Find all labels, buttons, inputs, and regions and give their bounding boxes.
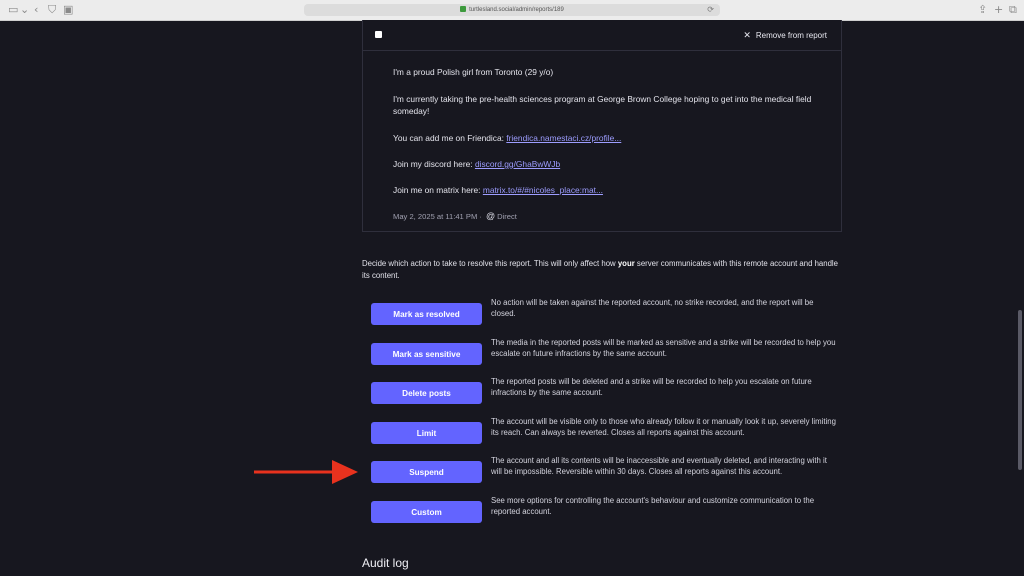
action-row-mark-sensitive: Mark as sensitive The media in the repor…	[371, 338, 841, 367]
mark-as-resolved-button[interactable]: Mark as resolved	[371, 303, 482, 325]
bio-line: I'm a proud Polish girl from Toronto (29…	[393, 67, 554, 77]
close-icon: ✕	[743, 30, 751, 40]
mention-icon: @	[485, 211, 496, 221]
mark-as-sensitive-button[interactable]: Mark as sensitive	[371, 343, 482, 365]
status-meta: May 2, 2025 at 11:41 PM · @ Direct	[393, 211, 517, 221]
site-favicon-icon	[460, 6, 467, 13]
status-timestamp[interactable]: May 2, 2025 at 11:41 PM	[393, 212, 477, 221]
status-select-checkbox[interactable]	[375, 31, 382, 38]
discord-line: Join my discord here: discord.gg/GhaBwWJ…	[393, 158, 823, 170]
audit-log-heading: Audit log	[362, 556, 409, 570]
matrix-line: Join me on matrix here: matrix.to/#/#nic…	[393, 184, 823, 196]
status-visibility: Direct	[497, 212, 517, 221]
tabs-overview-icon[interactable]: ⧉	[1009, 4, 1017, 16]
limit-button[interactable]: Limit	[371, 422, 482, 444]
custom-button[interactable]: Custom	[371, 501, 482, 523]
friendica-link[interactable]: friendica.namestaci.cz/profile...	[506, 133, 621, 143]
shield-icon[interactable]: ⛉	[48, 4, 56, 16]
reported-status-card: ✕ Remove from report I'm a proud Polish g…	[362, 20, 842, 232]
action-row-delete-posts: Delete posts The reported posts will be …	[371, 377, 841, 406]
bio-line: I'm currently taking the pre-health scie…	[393, 94, 812, 116]
browser-toolbar: ▭ ⌄ ‹ ⛉ ▣ turtlesland.social/admin/repor…	[0, 0, 1024, 21]
new-tab-icon[interactable]: +	[994, 4, 1003, 16]
action-instructions: Decide which action to take to resolve t…	[362, 258, 842, 282]
action-row-suspend: Suspend The account and all its contents…	[371, 456, 841, 485]
status-card-header: ✕ Remove from report	[363, 20, 841, 51]
action-description: The account will be visible only to thos…	[491, 417, 836, 437]
intro-text: Decide which action to take to resolve t…	[362, 259, 618, 268]
url-text: turtlesland.social/admin/reports/189	[469, 7, 564, 13]
back-icon[interactable]: ‹	[34, 4, 38, 16]
address-bar[interactable]: turtlesland.social/admin/reports/189 ⟳	[304, 4, 720, 16]
suspend-button[interactable]: Suspend	[371, 461, 482, 483]
reader-icon[interactable]: ▣	[63, 4, 73, 16]
remove-from-report-button[interactable]: ✕ Remove from report	[743, 28, 827, 42]
chevron-down-icon[interactable]: ⌄	[20, 4, 29, 16]
action-description: No action will be taken against the repo…	[491, 298, 814, 318]
action-row-mark-resolved: Mark as resolved No action will be taken…	[371, 298, 841, 327]
action-description: The media in the reported posts will be …	[491, 338, 836, 358]
remove-from-report-label: Remove from report	[755, 31, 827, 40]
discord-prefix: Join my discord here:	[393, 159, 475, 169]
friendica-line: You can add me on Friendica: friendica.n…	[393, 132, 823, 144]
action-description: The account and all its contents will be…	[491, 456, 827, 476]
action-description: See more options for controlling the acc…	[491, 496, 815, 516]
arrow-right-icon	[254, 460, 358, 484]
action-description: The reported posts will be deleted and a…	[491, 377, 812, 397]
reload-icon[interactable]: ⟳	[707, 4, 714, 16]
friendica-prefix: You can add me on Friendica:	[393, 133, 507, 143]
matrix-prefix: Join me on matrix here:	[393, 185, 483, 195]
intro-emphasis: your	[617, 259, 635, 268]
sidebar-toggle-icon[interactable]: ▭	[8, 4, 18, 16]
action-row-limit: Limit The account will be visible only t…	[371, 417, 841, 446]
share-icon[interactable]: ⇪	[978, 4, 987, 16]
discord-link[interactable]: discord.gg/GhaBwWJb	[475, 159, 560, 169]
matrix-link[interactable]: matrix.to/#/#nicoles_place:mat...	[483, 185, 603, 195]
action-row-custom: Custom See more options for controlling …	[371, 496, 841, 525]
delete-posts-button[interactable]: Delete posts	[371, 382, 482, 404]
page-scrollbar[interactable]	[1018, 310, 1022, 470]
